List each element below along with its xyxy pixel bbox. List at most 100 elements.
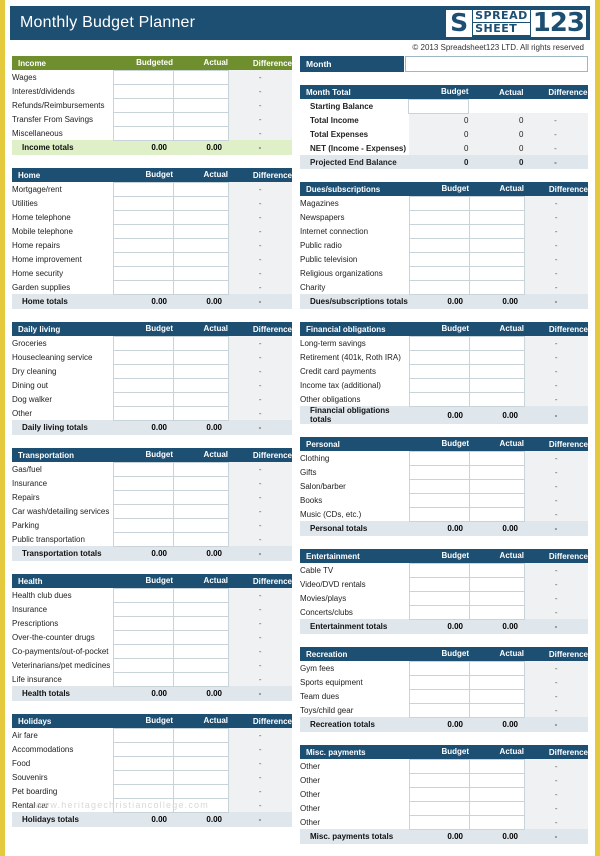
actual-input-cell[interactable] xyxy=(468,604,525,620)
actual-input-cell[interactable] xyxy=(468,814,525,830)
actual-input-cell[interactable] xyxy=(468,674,525,690)
actual-input-cell[interactable] xyxy=(172,615,229,631)
actual-input-cell[interactable] xyxy=(468,279,525,295)
budget-input-cell[interactable] xyxy=(408,391,470,407)
actual-input-cell[interactable] xyxy=(172,587,229,603)
month-input[interactable] xyxy=(405,56,588,72)
actual-input-cell[interactable] xyxy=(468,265,525,281)
budget-input-cell[interactable] xyxy=(112,111,174,127)
budget-input-cell[interactable] xyxy=(408,195,470,211)
actual-input-cell[interactable] xyxy=(468,660,525,676)
budget-input-cell[interactable] xyxy=(408,209,470,225)
budget-input-cell[interactable] xyxy=(112,671,174,687)
budget-input-cell[interactable] xyxy=(112,531,174,547)
actual-input-cell[interactable] xyxy=(172,377,229,393)
actual-input-cell[interactable] xyxy=(172,111,229,127)
actual-input-cell[interactable] xyxy=(468,464,525,480)
budget-input-cell[interactable] xyxy=(408,450,470,466)
budget-input-cell[interactable] xyxy=(112,279,174,295)
starting-balance-input-cell[interactable] xyxy=(408,98,469,114)
actual-input-cell[interactable] xyxy=(172,363,229,379)
budget-input-cell[interactable] xyxy=(112,587,174,603)
budget-input-cell[interactable] xyxy=(112,335,174,351)
actual-input-cell[interactable] xyxy=(172,727,229,743)
actual-input-cell[interactable] xyxy=(172,503,229,519)
budget-input-cell[interactable] xyxy=(112,181,174,197)
budget-input-cell[interactable] xyxy=(112,783,174,799)
budget-input-cell[interactable] xyxy=(408,478,470,494)
actual-input-cell[interactable] xyxy=(172,741,229,757)
budget-input-cell[interactable] xyxy=(408,590,470,606)
budget-input-cell[interactable] xyxy=(408,688,470,704)
actual-input-cell[interactable] xyxy=(468,590,525,606)
actual-input-cell[interactable] xyxy=(172,349,229,365)
budget-input-cell[interactable] xyxy=(112,69,174,85)
actual-input-cell[interactable] xyxy=(172,755,229,771)
actual-input-cell[interactable] xyxy=(172,265,229,281)
budget-input-cell[interactable] xyxy=(112,517,174,533)
actual-input-cell[interactable] xyxy=(172,125,229,141)
budget-input-cell[interactable] xyxy=(408,464,470,480)
actual-input-cell[interactable] xyxy=(468,786,525,802)
actual-input-cell[interactable] xyxy=(172,657,229,673)
budget-input-cell[interactable] xyxy=(112,125,174,141)
actual-input-cell[interactable] xyxy=(468,363,525,379)
budget-input-cell[interactable] xyxy=(112,503,174,519)
budget-input-cell[interactable] xyxy=(408,279,470,295)
actual-input-cell[interactable] xyxy=(172,797,229,813)
budget-input-cell[interactable] xyxy=(408,251,470,267)
budget-input-cell[interactable] xyxy=(112,363,174,379)
actual-input-cell[interactable] xyxy=(468,195,525,211)
actual-input-cell[interactable] xyxy=(172,279,229,295)
budget-input-cell[interactable] xyxy=(408,674,470,690)
budget-input-cell[interactable] xyxy=(112,265,174,281)
budget-input-cell[interactable] xyxy=(408,702,470,718)
actual-input-cell[interactable] xyxy=(468,576,525,592)
budget-input-cell[interactable] xyxy=(112,209,174,225)
actual-input-cell[interactable] xyxy=(172,209,229,225)
actual-input-cell[interactable] xyxy=(172,629,229,645)
actual-input-cell[interactable] xyxy=(468,492,525,508)
actual-input-cell[interactable] xyxy=(468,349,525,365)
actual-input-cell[interactable] xyxy=(172,223,229,239)
actual-input-cell[interactable] xyxy=(468,800,525,816)
budget-input-cell[interactable] xyxy=(112,461,174,477)
actual-input-cell[interactable] xyxy=(468,688,525,704)
actual-input-cell[interactable] xyxy=(172,643,229,659)
budget-input-cell[interactable] xyxy=(112,727,174,743)
budget-input-cell[interactable] xyxy=(112,475,174,491)
actual-input-cell[interactable] xyxy=(172,335,229,351)
budget-input-cell[interactable] xyxy=(408,335,470,351)
budget-input-cell[interactable] xyxy=(112,629,174,645)
budget-input-cell[interactable] xyxy=(408,786,470,802)
budget-input-cell[interactable] xyxy=(112,405,174,421)
budget-input-cell[interactable] xyxy=(112,657,174,673)
actual-input-cell[interactable] xyxy=(172,405,229,421)
budget-input-cell[interactable] xyxy=(112,391,174,407)
budget-input-cell[interactable] xyxy=(408,237,470,253)
actual-input-cell[interactable] xyxy=(468,702,525,718)
budget-input-cell[interactable] xyxy=(112,755,174,771)
actual-input-cell[interactable] xyxy=(172,783,229,799)
budget-input-cell[interactable] xyxy=(112,769,174,785)
actual-input-cell[interactable] xyxy=(172,391,229,407)
budget-input-cell[interactable] xyxy=(112,377,174,393)
budget-input-cell[interactable] xyxy=(408,800,470,816)
actual-input-cell[interactable] xyxy=(172,461,229,477)
actual-input-cell[interactable] xyxy=(172,181,229,197)
actual-input-cell[interactable] xyxy=(468,391,525,407)
budget-input-cell[interactable] xyxy=(112,97,174,113)
budget-input-cell[interactable] xyxy=(112,741,174,757)
budget-input-cell[interactable] xyxy=(408,562,470,578)
actual-input-cell[interactable] xyxy=(172,531,229,547)
budget-input-cell[interactable] xyxy=(112,237,174,253)
actual-input-cell[interactable] xyxy=(468,209,525,225)
actual-input-cell[interactable] xyxy=(468,478,525,494)
budget-input-cell[interactable] xyxy=(112,349,174,365)
budget-input-cell[interactable] xyxy=(112,83,174,99)
actual-input-cell[interactable] xyxy=(468,377,525,393)
budget-input-cell[interactable] xyxy=(112,601,174,617)
actual-input-cell[interactable] xyxy=(172,601,229,617)
budget-input-cell[interactable] xyxy=(408,492,470,508)
actual-input-cell[interactable] xyxy=(172,671,229,687)
